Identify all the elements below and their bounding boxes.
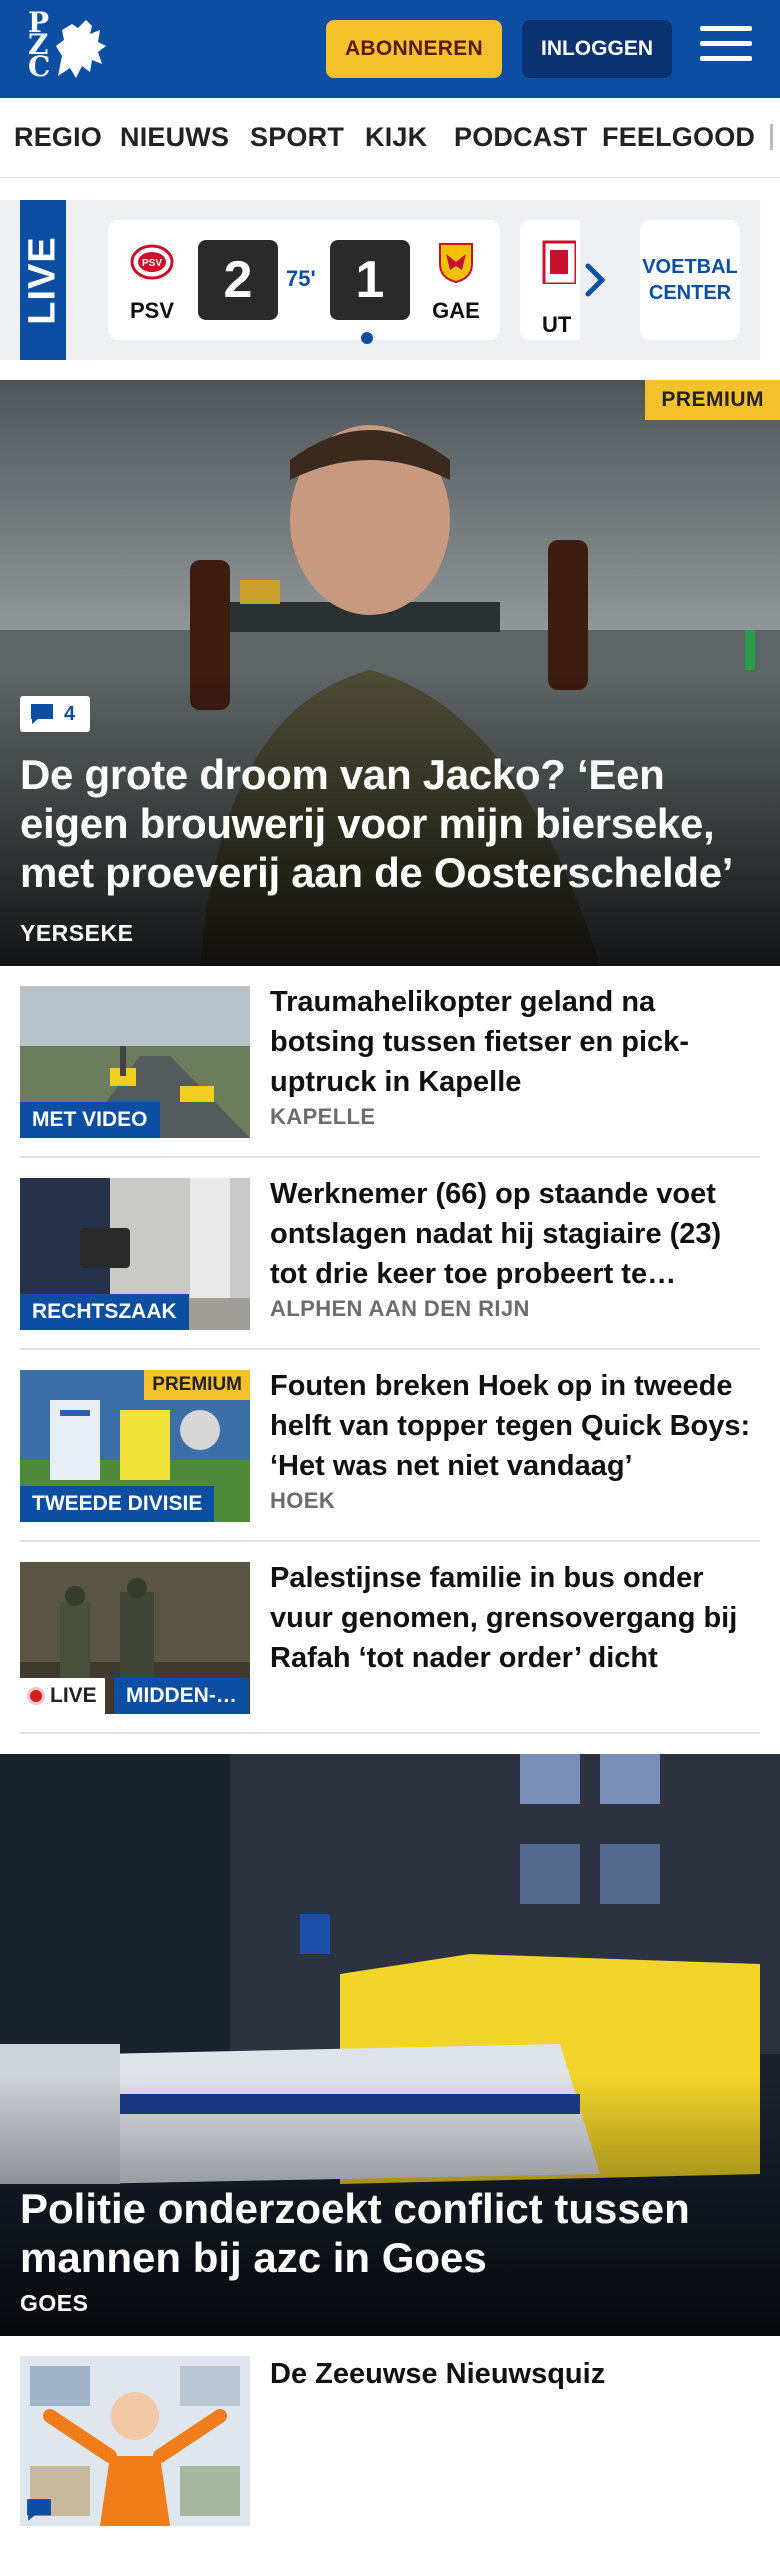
away-team-name: GAE — [432, 298, 480, 323]
live-label: LIVE — [20, 200, 66, 360]
ga-eagles-crest-icon — [439, 243, 473, 284]
article-location: HOEK — [270, 1488, 336, 1513]
article-location: KAPELLE — [270, 1104, 376, 1129]
nav-item-kijk[interactable]: KIJK — [365, 122, 427, 153]
lion-icon — [56, 20, 106, 78]
live-dot-icon — [30, 1690, 42, 1702]
article-thumbnail: PREMIUM TWEEDE DIVISIE — [20, 1370, 250, 1522]
hero-title[interactable]: De grote droom van Jacko? ‘Een eigen bro… — [20, 750, 760, 897]
article-title[interactable]: Fouten breken Hoek op in tweede helft va… — [270, 1366, 760, 1486]
login-button[interactable]: INLOGGEN — [522, 20, 672, 78]
article-title[interactable]: Palestijnse familie in bus onder vuur ge… — [270, 1558, 760, 1678]
away-team: GAE — [424, 240, 488, 324]
list-item[interactable]: PREMIUM TWEEDE DIVISIE Fouten breken Hoe… — [20, 1350, 760, 1542]
psv-crest-icon: PSV — [130, 244, 174, 280]
list-item[interactable]: De Zeeuwse Nieuwsquiz — [20, 2356, 760, 2536]
hero-location: YERSEKE — [20, 920, 134, 946]
nav-overflow-indicator — [770, 124, 773, 150]
nav-item-podcast[interactable]: PODCAST — [454, 122, 587, 153]
comment-icon[interactable] — [26, 2498, 52, 2522]
away-score: 1 — [330, 240, 410, 320]
chevron-right-icon[interactable] — [576, 256, 616, 304]
subscribe-button[interactable]: ABONNEREN — [326, 20, 502, 78]
article-title[interactable]: Traumahelikopter geland na botsing tusse… — [270, 982, 760, 1102]
article-category-label: MET VIDEO — [20, 1102, 160, 1138]
live-scores-bar: LIVE PSV PSV 2 75' 1 GAE UT VOETBAL CENT… — [0, 200, 760, 360]
main-nav: REGIO NIEUWS SPORT KIJK PODCAST FEELGOOD — [0, 98, 780, 178]
home-score: 2 — [198, 240, 278, 320]
comment-count: 4 — [64, 702, 76, 725]
next-match-team: UT — [542, 312, 572, 337]
list-item[interactable]: LIVE MIDDEN-… Palestijnse familie in bus… — [20, 1542, 760, 1734]
article-category-label: TWEEDE DIVISIE — [20, 1486, 215, 1522]
comment-icon — [31, 704, 53, 724]
svg-text:PSV: PSV — [142, 258, 162, 269]
match-card[interactable]: PSV PSV 2 75' 1 GAE — [108, 220, 500, 344]
featured-location: GOES — [20, 2290, 89, 2316]
featured-article[interactable]: Politie onderzoekt conflict tussen manne… — [0, 1754, 780, 2336]
home-team: PSV PSV — [120, 240, 184, 324]
premium-badge: PREMIUM — [144, 1370, 250, 1400]
match-minute: 75' — [286, 266, 316, 291]
list-item[interactable]: MET VIDEO Traumahelikopter geland na bot… — [20, 966, 760, 1158]
fc-utrecht-crest-icon — [542, 240, 576, 284]
live-badge: LIVE — [20, 1678, 105, 1714]
article-thumbnail: LIVE MIDDEN-… — [20, 1562, 250, 1714]
hero-article[interactable]: PREMIUM 4 De grote droom van Jacko? ‘Een… — [0, 380, 780, 966]
comment-count-badge[interactable]: 4 — [20, 696, 90, 732]
next-match-card[interactable]: UT — [520, 220, 580, 340]
article-thumbnail: MET VIDEO — [20, 986, 250, 1138]
nav-item-feelgood[interactable]: FEELGOOD — [602, 122, 755, 153]
list-item[interactable]: RECHTSZAAK Werknemer (66) op staande voe… — [20, 1158, 760, 1350]
nav-item-sport[interactable]: SPORT — [250, 122, 344, 153]
site-header: PZC ABONNEREN INLOGGEN — [0, 0, 780, 98]
article-category-label: MIDDEN-… — [114, 1678, 249, 1714]
article-thumbnail: RECHTSZAAK — [20, 1178, 250, 1330]
nav-item-nieuws[interactable]: NIEUWS — [120, 122, 229, 153]
home-team-name: PSV — [129, 298, 175, 323]
premium-badge: PREMIUM — [645, 380, 780, 420]
article-thumbnail — [20, 2356, 250, 2526]
voetbal-center-link[interactable]: VOETBAL CENTER — [640, 220, 740, 340]
pzc-logo[interactable]: PZC — [28, 9, 112, 86]
article-location: ALPHEN AAN DEN RIJN — [270, 1296, 530, 1321]
goal-indicator — [361, 332, 373, 344]
article-title[interactable]: De Zeeuwse Nieuwsquiz — [270, 2354, 760, 2394]
article-title[interactable]: Werknemer (66) op staande voet ontslagen… — [270, 1174, 760, 1294]
nav-item-regio[interactable]: REGIO — [14, 122, 102, 153]
article-category-label: RECHTSZAAK — [20, 1294, 189, 1330]
featured-title[interactable]: Politie onderzoekt conflict tussen manne… — [20, 2184, 760, 2282]
hamburger-menu-icon[interactable] — [700, 26, 752, 70]
